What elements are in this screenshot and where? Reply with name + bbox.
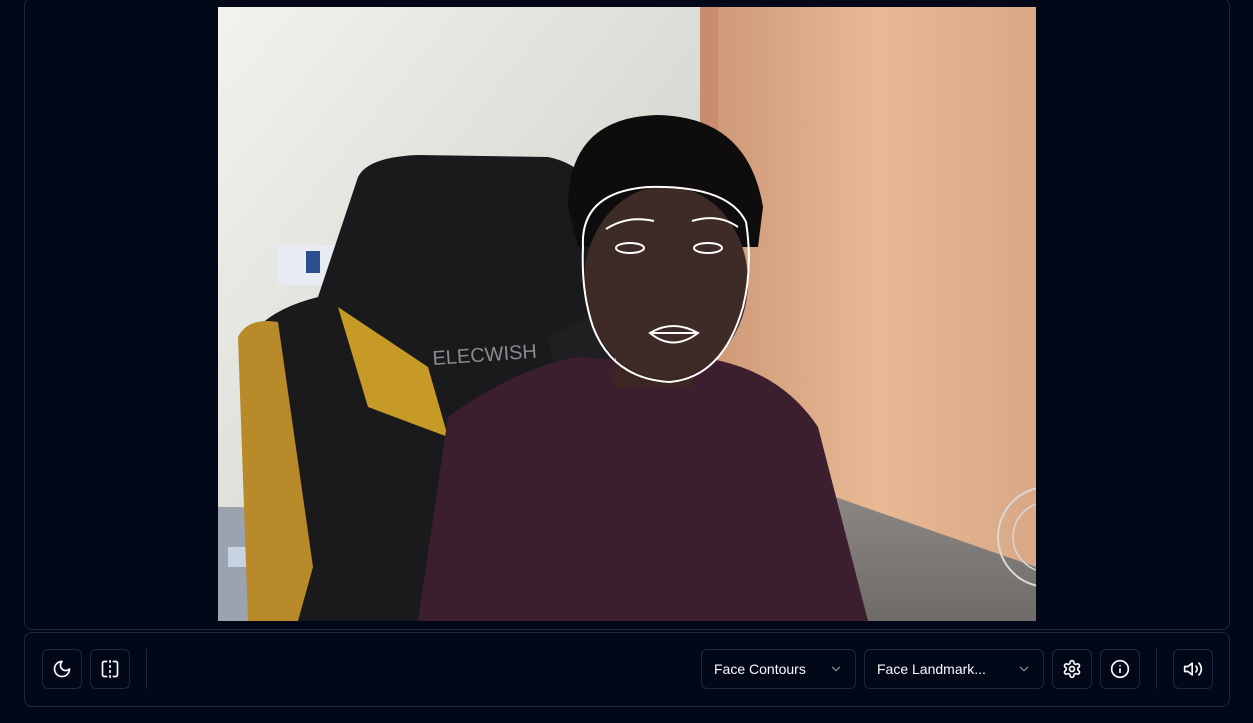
toolbar-divider (1156, 649, 1157, 689)
moon-icon (53, 660, 71, 678)
control-toolbar: Face Contours Face Landmark... (24, 632, 1230, 707)
gear-icon (1063, 659, 1081, 679)
volume-icon (1183, 662, 1203, 676)
webcam-image: ELECWISH (218, 7, 1036, 621)
sound-toggle-button[interactable] (1173, 649, 1213, 689)
mirror-flip-icon (101, 659, 119, 679)
chevron-down-icon (1019, 666, 1029, 672)
webcam-feed: ELECWISH (218, 7, 1036, 621)
theme-toggle-button[interactable] (42, 649, 82, 689)
mode-select[interactable]: Face Contours (701, 649, 856, 689)
mirror-toggle-button[interactable] (90, 649, 130, 689)
mode-select-value: Face Contours (714, 661, 806, 677)
info-button[interactable] (1100, 649, 1140, 689)
chevron-down-icon (831, 666, 841, 672)
model-select[interactable]: Face Landmark... (864, 649, 1044, 689)
info-icon (1110, 659, 1130, 679)
settings-button[interactable] (1052, 649, 1092, 689)
model-select-value: Face Landmark... (877, 661, 986, 677)
toolbar-divider (146, 649, 147, 689)
